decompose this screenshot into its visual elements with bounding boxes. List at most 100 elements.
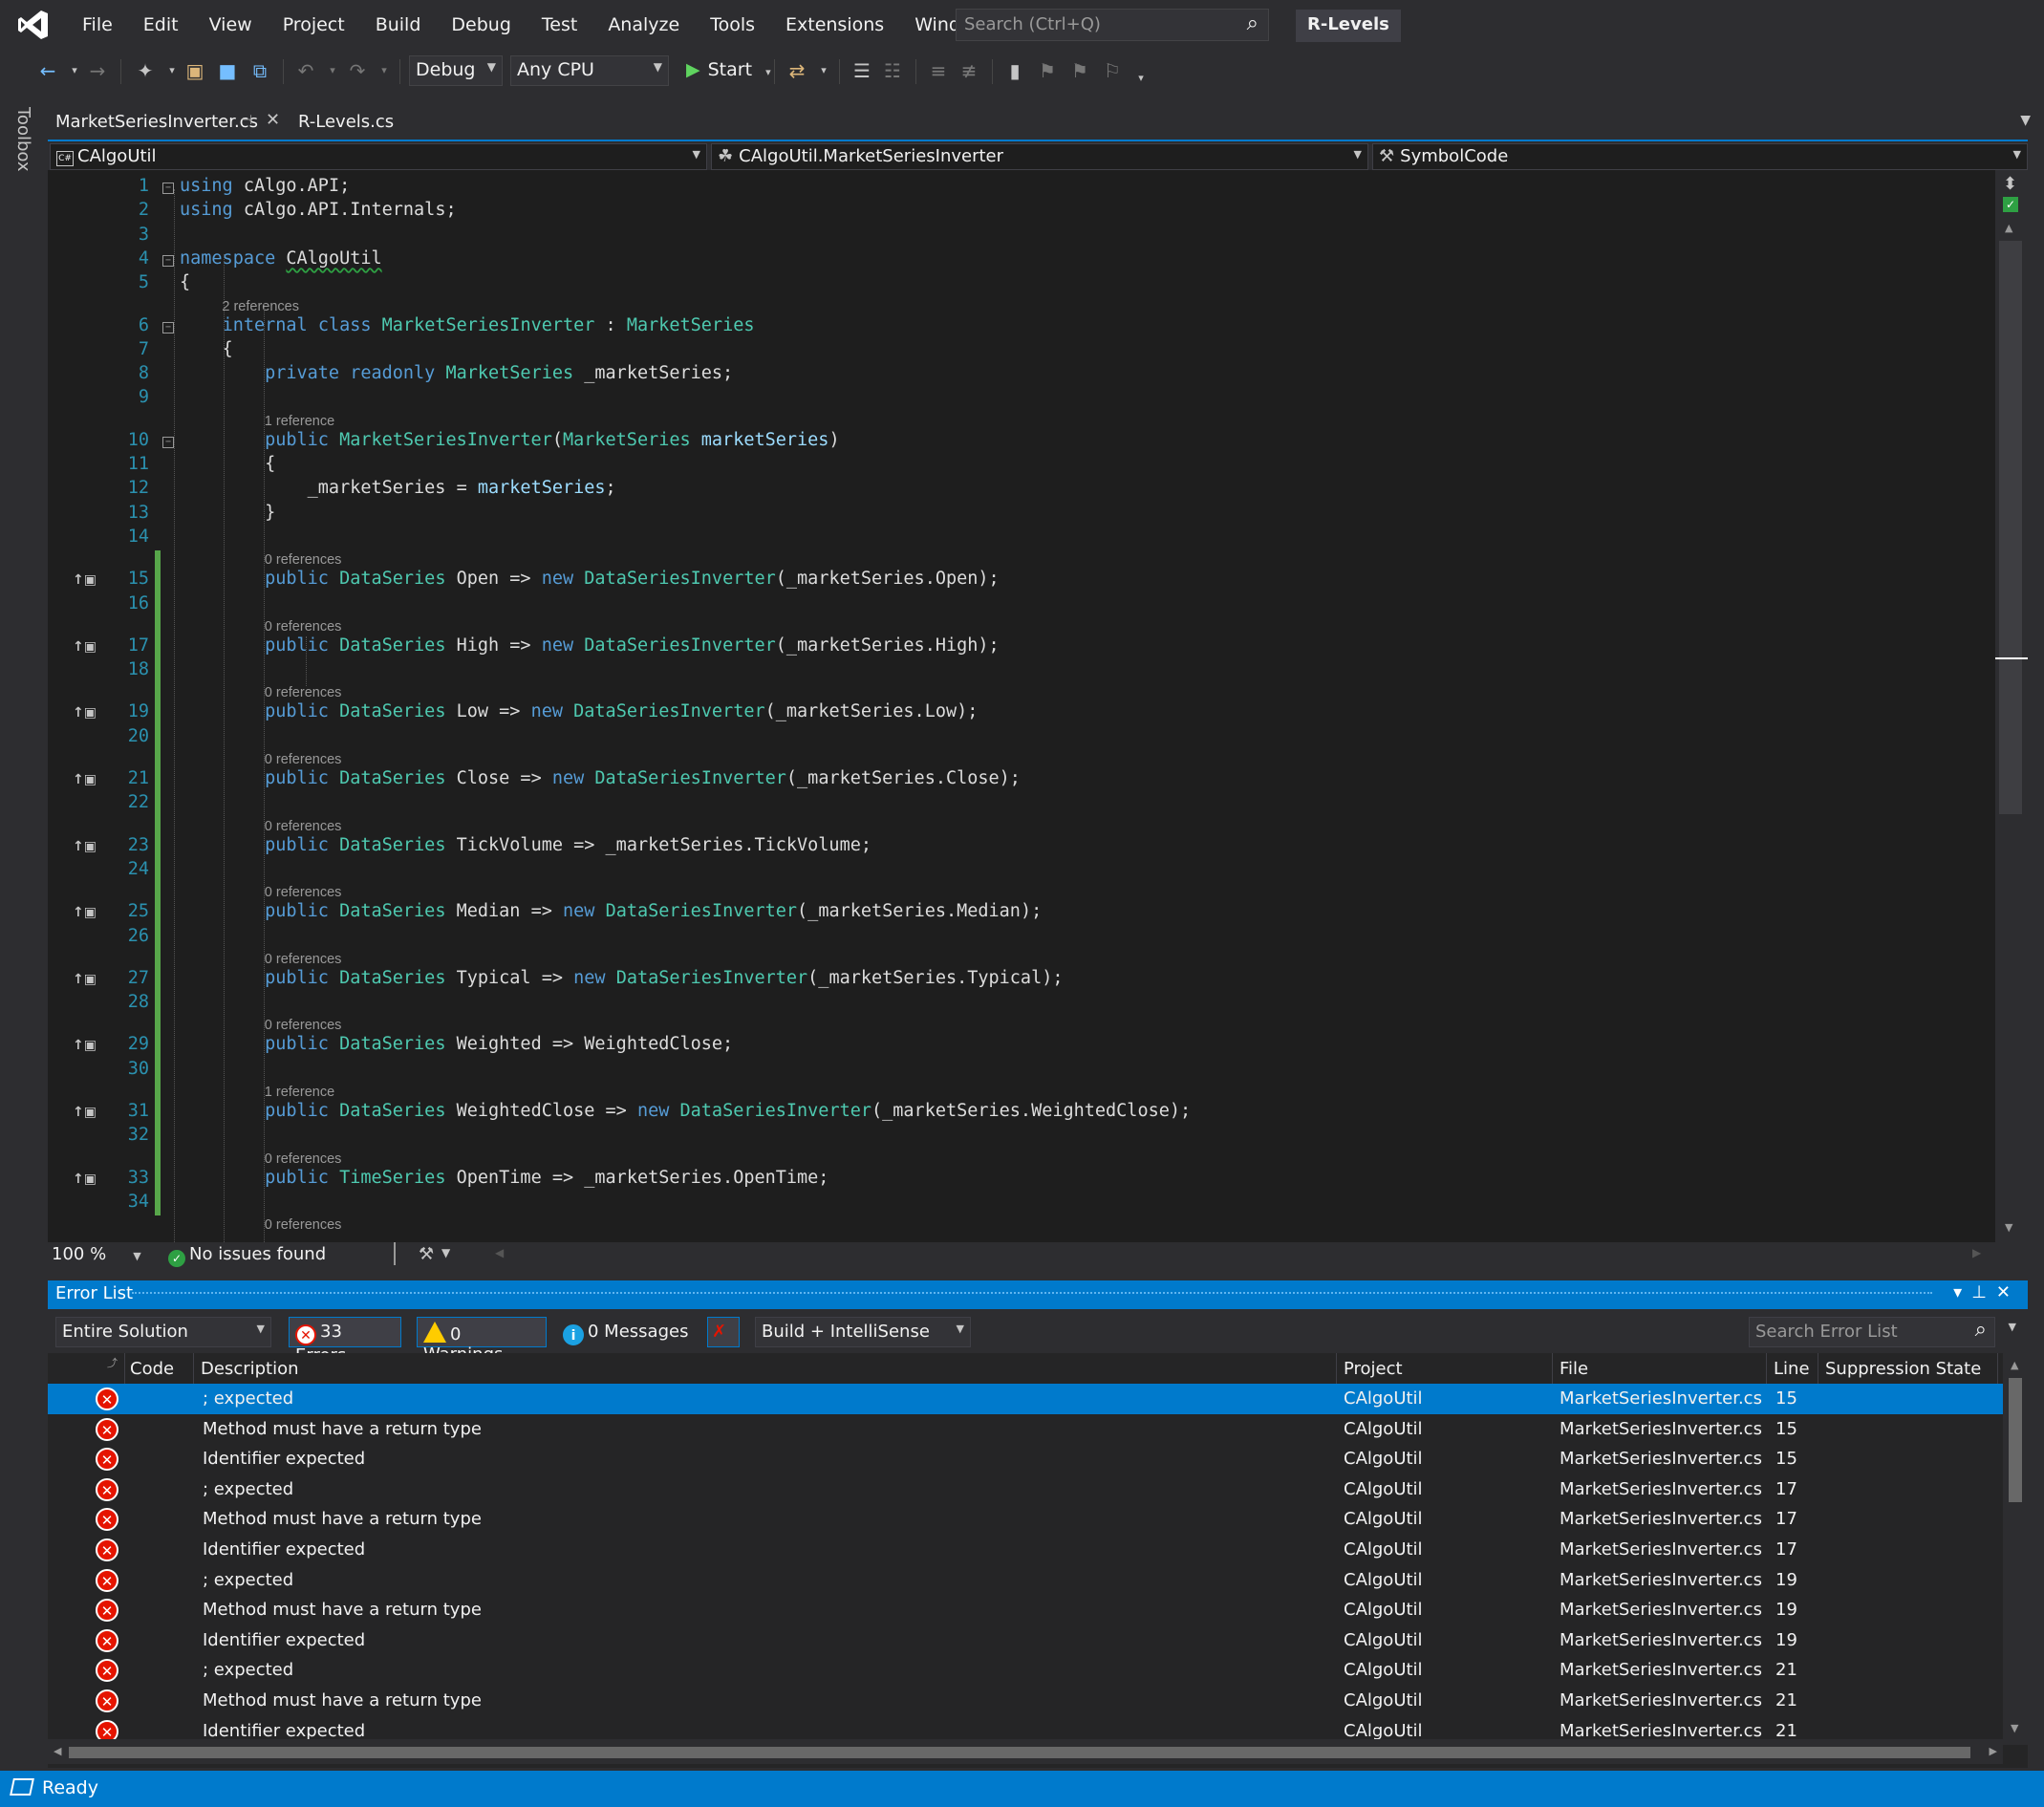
code-text[interactable]: { [180, 272, 190, 292]
error-row[interactable]: ✕ ; expected CAlgoUtil MarketSeriesInverter… [48, 1474, 2003, 1505]
clear-filter-button[interactable]: ✗ [707, 1317, 740, 1347]
new-project-icon[interactable]: ✦ [132, 57, 159, 84]
codelens-references[interactable]: 1 reference [265, 414, 334, 431]
error-list-title-bar[interactable]: Error List ▾⊥✕ [48, 1280, 2028, 1309]
zoom-level-select[interactable]: 100 % ▼ [52, 1244, 141, 1264]
scroll-down-icon[interactable]: ▼ [2005, 1221, 2012, 1234]
code-line[interactable]: 16 [48, 593, 1978, 617]
toolbar-options-icon[interactable]: ▾ [1128, 65, 1154, 92]
collapse-outline-icon[interactable]: − [162, 254, 174, 267]
messages-filter-toggle[interactable]: i0 Messages [556, 1317, 696, 1347]
open-file-icon[interactable]: ▣ [182, 57, 208, 84]
code-text[interactable]: using cAlgo.API.Internals; [180, 200, 457, 220]
code-line[interactable]: 29 public DataSeries Weighted => Weighte… [48, 1034, 1978, 1058]
error-row[interactable]: ✕ Identifier expected CAlgoUtil MarketSerie… [48, 1716, 2003, 1739]
error-list-scroll-thumb[interactable] [2009, 1378, 2022, 1502]
redo-icon[interactable]: ↷ [344, 57, 371, 84]
codelens-references[interactable]: 0 references [265, 685, 342, 702]
editor-vertical-scrollbar[interactable]: ⬍ ✓ ▲ ▼ [1995, 170, 2028, 1242]
column-separator[interactable] [193, 1353, 194, 1384]
code-line[interactable]: 11 { [48, 454, 1978, 478]
issues-indicator[interactable]: ✓ No issues found [168, 1244, 326, 1267]
code-text[interactable]: public DataSeries TickVolume => _marketS… [180, 835, 871, 855]
code-line[interactable]: 4 namespace CAlgoUtil [48, 248, 1978, 272]
codelens-references[interactable]: 0 references [265, 752, 342, 769]
visual-studio-logo-icon[interactable] [0, 0, 67, 50]
overrides-member-icon[interactable]: ↑▣ [73, 1105, 99, 1122]
error-row[interactable]: ✕ ; expected CAlgoUtil MarketSeriesInverter… [48, 1655, 2003, 1686]
editor-scroll-thumb[interactable] [1999, 241, 2022, 814]
clear-bookmarks-icon[interactable]: ⚐ [1099, 57, 1126, 84]
code-text[interactable]: public DataSeries Median => new DataSeri… [180, 901, 1042, 921]
code-text[interactable]: { [180, 339, 233, 359]
column-separator[interactable] [124, 1353, 125, 1384]
code-line[interactable]: 9 [48, 387, 1978, 411]
overrides-member-icon[interactable]: ↑▣ [73, 905, 99, 922]
code-line[interactable]: 32 [48, 1125, 1978, 1149]
collapse-outline-icon[interactable]: − [162, 183, 174, 194]
code-line[interactable] [48, 1234, 1978, 1242]
tab-marketseriesinverter[interactable]: MarketSeriesInverter.cs ⊣ ✕ [48, 107, 291, 138]
code-line[interactable]: 1 using cAlgo.API; [48, 176, 1978, 200]
code-line[interactable]: 13 } [48, 503, 1978, 527]
code-cleanup-icon[interactable]: ⚒ [419, 1244, 434, 1264]
error-row[interactable]: ✕ ; expected CAlgoUtil MarketSeriesInverter… [48, 1384, 2003, 1414]
code-text[interactable]: _marketSeries = marketSeries; [180, 478, 616, 498]
error-row[interactable]: ✕ Identifier expected CAlgoUtil MarketSerie… [48, 1444, 2003, 1474]
errors-filter-toggle[interactable]: ✕33 Errors [289, 1317, 401, 1366]
scroll-right-icon[interactable]: ▶ [1972, 1246, 1981, 1259]
scroll-left-icon[interactable]: ◀ [54, 1745, 61, 1757]
code-text[interactable]: public DataSeries High => new DataSeries… [180, 635, 1000, 656]
pin-icon[interactable]: ⊥ [1971, 1282, 1996, 1302]
menu-item-test[interactable]: Test [527, 0, 592, 50]
menu-item-extensions[interactable]: Extensions [770, 0, 899, 50]
solution-platform-select[interactable]: Any CPU ▼ [510, 55, 669, 86]
overrides-member-icon[interactable]: ↑▣ [73, 839, 99, 856]
code-line[interactable]: 19 public DataSeries Low => new DataSeri… [48, 701, 1978, 725]
code-line[interactable]: 20 [48, 726, 1978, 750]
uncomment-icon[interactable]: ≢ [956, 57, 982, 84]
code-line[interactable]: 25 public DataSeries Median => new DataS… [48, 901, 1978, 925]
column-header-suppression-state[interactable]: Suppression State [1825, 1359, 1981, 1379]
code-line[interactable]: 24 [48, 859, 1978, 883]
search-options-dropdown-icon[interactable]: ▼ [2009, 1321, 2016, 1333]
scroll-down-icon[interactable]: ▼ [2011, 1722, 2018, 1734]
code-line[interactable]: 7 { [48, 339, 1978, 363]
window-position-icon[interactable]: ▾ [1953, 1282, 1971, 1302]
code-line[interactable]: 21 public DataSeries Close => new DataSe… [48, 768, 1978, 792]
code-line[interactable]: 14 [48, 527, 1978, 550]
code-line[interactable]: 31 public DataSeries WeightedClose => ne… [48, 1101, 1978, 1125]
codelens-references[interactable]: 0 references [265, 885, 342, 902]
collapse-outline-icon[interactable]: − [162, 436, 174, 448]
code-text[interactable]: public DataSeries Low => new DataSeriesI… [180, 701, 978, 721]
type-dropdown[interactable]: ☘ CAlgoUtil.MarketSeriesInverter ▼ [711, 143, 1368, 170]
error-row[interactable]: ✕ Identifier expected CAlgoUtil MarketSerie… [48, 1535, 2003, 1565]
tab-r-levels[interactable]: R-Levels.cs [290, 107, 401, 138]
code-text[interactable]: public DataSeries Typical => new DataSer… [180, 968, 1063, 988]
column-header-description[interactable]: Description [201, 1359, 299, 1379]
menu-item-tools[interactable]: Tools [695, 0, 770, 50]
menu-item-project[interactable]: Project [268, 0, 360, 50]
error-row[interactable]: ✕ Method must have a return type CAlgoUtil… [48, 1504, 2003, 1535]
code-line[interactable]: 12 _marketSeries = marketSeries; [48, 478, 1978, 502]
codelens-references[interactable]: 0 references [265, 552, 342, 570]
column-separator[interactable] [1552, 1353, 1553, 1384]
menu-item-edit[interactable]: Edit [128, 0, 194, 50]
code-line[interactable]: 33 public TimeSeries OpenTime => _market… [48, 1168, 1978, 1192]
code-text[interactable]: public TimeSeries OpenTime => _marketSer… [180, 1168, 828, 1188]
error-row[interactable]: ✕ Identifier expected CAlgoUtil MarketSerie… [48, 1625, 2003, 1656]
close-icon[interactable]: ✕ [266, 110, 280, 130]
chevron-down-icon[interactable]: ▼ [441, 1246, 450, 1259]
code-line[interactable]: 10 public MarketSeriesInverter(MarketSer… [48, 430, 1978, 454]
overrides-member-icon[interactable]: ↑▣ [73, 572, 99, 590]
code-line[interactable]: 30 [48, 1059, 1978, 1083]
column-header-code[interactable]: Code [130, 1359, 174, 1379]
previous-bookmark-icon[interactable]: ⚑ [1034, 57, 1061, 84]
menu-item-file[interactable]: File [67, 0, 128, 50]
code-line[interactable]: 23 public DataSeries TickVolume => _mark… [48, 835, 1978, 859]
overrides-member-icon[interactable]: ↑▣ [73, 1038, 99, 1055]
step-over-icon[interactable]: ☷ [879, 57, 906, 84]
toolbar-overflow-icon[interactable]: ▾ [810, 57, 837, 84]
column-separator[interactable] [1997, 1353, 1998, 1384]
horizontal-scroll-thumb[interactable] [69, 1747, 1970, 1758]
